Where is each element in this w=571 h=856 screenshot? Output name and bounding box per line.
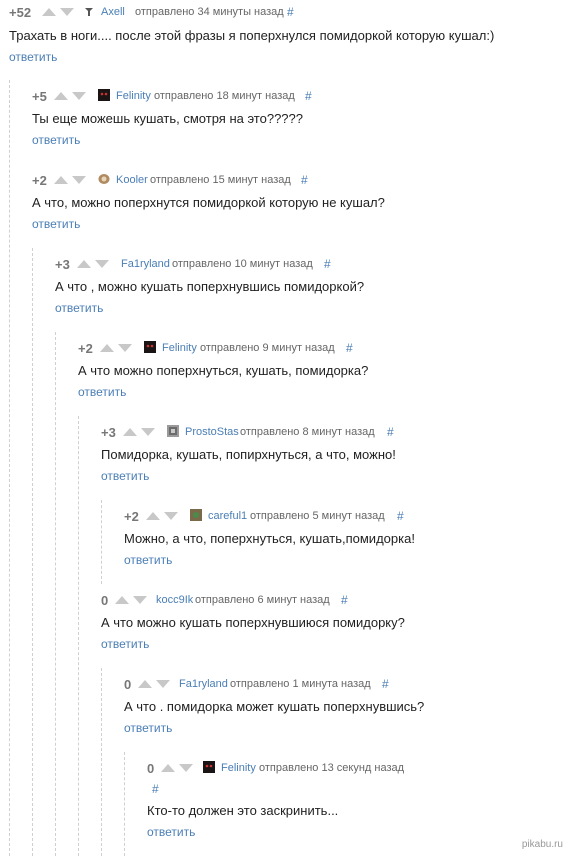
upvote-icon[interactable]	[115, 596, 129, 604]
username-link[interactable]: Felinity	[116, 90, 151, 102]
username-link[interactable]: kocc9Ik	[156, 594, 193, 606]
comment-text: Кто-то должен это заскринить...	[147, 803, 339, 818]
user-avatar[interactable]	[167, 425, 179, 437]
upvote-icon[interactable]	[54, 176, 68, 184]
upvote-icon[interactable]	[100, 344, 114, 352]
comment-text: А что можно поперхнуться, кушать, помидо…	[78, 363, 369, 378]
thread-line	[9, 80, 10, 856]
downvote-icon[interactable]	[72, 176, 86, 184]
downvote-icon[interactable]	[156, 680, 170, 688]
permalink-hash[interactable]: #	[397, 509, 404, 523]
comment-score: +3	[101, 425, 116, 440]
reply-link[interactable]: ответить	[9, 50, 57, 64]
comment-timestamp: отправлено 15 минут назад	[150, 174, 291, 186]
upvote-icon[interactable]	[77, 260, 91, 268]
upvote-icon[interactable]	[161, 764, 175, 772]
comment-timestamp: отправлено 1 минута назад	[230, 678, 371, 690]
permalink-hash[interactable]: #	[346, 341, 353, 355]
username-link[interactable]: Fa1ryland	[121, 258, 170, 270]
reply-link[interactable]: ответить	[32, 133, 80, 147]
thread-line	[124, 752, 125, 856]
user-avatar[interactable]	[98, 89, 110, 101]
permalink-hash[interactable]: #	[382, 677, 389, 691]
user-avatar[interactable]	[98, 173, 110, 185]
reply-link[interactable]: ответить	[55, 301, 103, 315]
upvote-icon[interactable]	[123, 428, 137, 436]
comment-score: +2	[32, 173, 47, 188]
thread-line	[32, 248, 33, 856]
comment-text: А что можно кушать поперхнувшиюся помидо…	[101, 615, 405, 630]
permalink-hash[interactable]: #	[305, 89, 312, 103]
permalink-hash[interactable]: #	[287, 5, 294, 19]
comment-score: 0	[101, 593, 109, 608]
comment-timestamp: отправлено 9 минут назад	[200, 342, 335, 354]
reply-link[interactable]: ответить	[124, 553, 172, 567]
thread-line	[101, 668, 102, 856]
comment-text: А что . помидорка может кушать поперхнув…	[124, 699, 425, 714]
comment-score: 0	[147, 761, 155, 776]
comment-timestamp: отправлено 5 минут назад	[250, 510, 385, 522]
upvote-icon[interactable]	[146, 512, 160, 520]
username-link[interactable]: Felinity	[221, 762, 256, 774]
comment-text: Трахать в ноги.... после этой фразы я по…	[9, 28, 495, 43]
comment-text: Можно, а что, поперхнуться, кушать,помид…	[124, 531, 415, 546]
comment-text: А что, можно поперхнутся помидоркой кото…	[32, 195, 385, 210]
reply-link[interactable]: ответить	[124, 721, 172, 735]
comment-text: Ты еще можешь кушать, смотря на это?????	[32, 111, 303, 126]
upvote-icon[interactable]	[54, 92, 68, 100]
reply-link[interactable]: ответить	[101, 469, 149, 483]
comment-score: +52	[9, 5, 32, 20]
downvote-icon[interactable]	[164, 512, 178, 520]
username-link[interactable]: Axell	[101, 6, 125, 18]
downvote-icon[interactable]	[60, 8, 74, 16]
user-avatar[interactable]	[144, 341, 156, 353]
downvote-icon[interactable]	[133, 596, 147, 604]
reply-link[interactable]: ответить	[147, 825, 195, 839]
upvote-icon[interactable]	[42, 8, 56, 16]
comment-timestamp: отправлено 10 минут назад	[172, 258, 313, 270]
permalink-hash[interactable]: #	[152, 782, 159, 796]
downvote-icon[interactable]	[95, 260, 109, 268]
comment-timestamp: отправлено 6 минут назад	[195, 594, 330, 606]
user-avatar[interactable]	[190, 509, 202, 521]
permalink-hash[interactable]: #	[387, 425, 394, 439]
username-link[interactable]: Fa1ryland	[179, 678, 228, 690]
username-link[interactable]: Kooler	[116, 174, 148, 186]
comment-timestamp: отправлено 34 минуты назад	[135, 6, 284, 18]
user-avatar[interactable]	[203, 761, 215, 773]
comment-score: +2	[124, 509, 139, 524]
username-link[interactable]: careful1	[208, 510, 247, 522]
comment-score: +2	[78, 341, 93, 356]
downvote-icon[interactable]	[179, 764, 193, 772]
user-avatar[interactable]	[83, 5, 95, 17]
reply-link[interactable]: ответить	[32, 217, 80, 231]
comment-timestamp: отправлено 8 минут назад	[240, 426, 375, 438]
comment-score: +5	[32, 89, 47, 104]
permalink-hash[interactable]: #	[341, 593, 348, 607]
comment-score: +3	[55, 257, 70, 272]
comment-timestamp: отправлено 13 секунд назад	[259, 762, 405, 774]
watermark: pikabu.ru	[521, 839, 563, 850]
comment-text: А что , можно кушать поперхнувшись помид…	[55, 279, 365, 294]
thread-line	[101, 500, 102, 584]
permalink-hash[interactable]: #	[301, 173, 308, 187]
comment-score: 0	[124, 677, 132, 692]
thread-line	[55, 332, 56, 856]
username-link[interactable]: Felinity	[162, 342, 197, 354]
thread-line	[78, 416, 79, 856]
username-link[interactable]: ProstoStas	[185, 426, 239, 438]
downvote-icon[interactable]	[118, 344, 132, 352]
upvote-icon[interactable]	[138, 680, 152, 688]
reply-link[interactable]: ответить	[78, 385, 126, 399]
downvote-icon[interactable]	[141, 428, 155, 436]
permalink-hash[interactable]: #	[324, 257, 331, 271]
downvote-icon[interactable]	[72, 92, 86, 100]
comment-text: Помидорка, кушать, попирхнуться, а что, …	[101, 447, 396, 462]
reply-link[interactable]: ответить	[101, 637, 149, 651]
comment-timestamp: отправлено 18 минут назад	[154, 90, 295, 102]
